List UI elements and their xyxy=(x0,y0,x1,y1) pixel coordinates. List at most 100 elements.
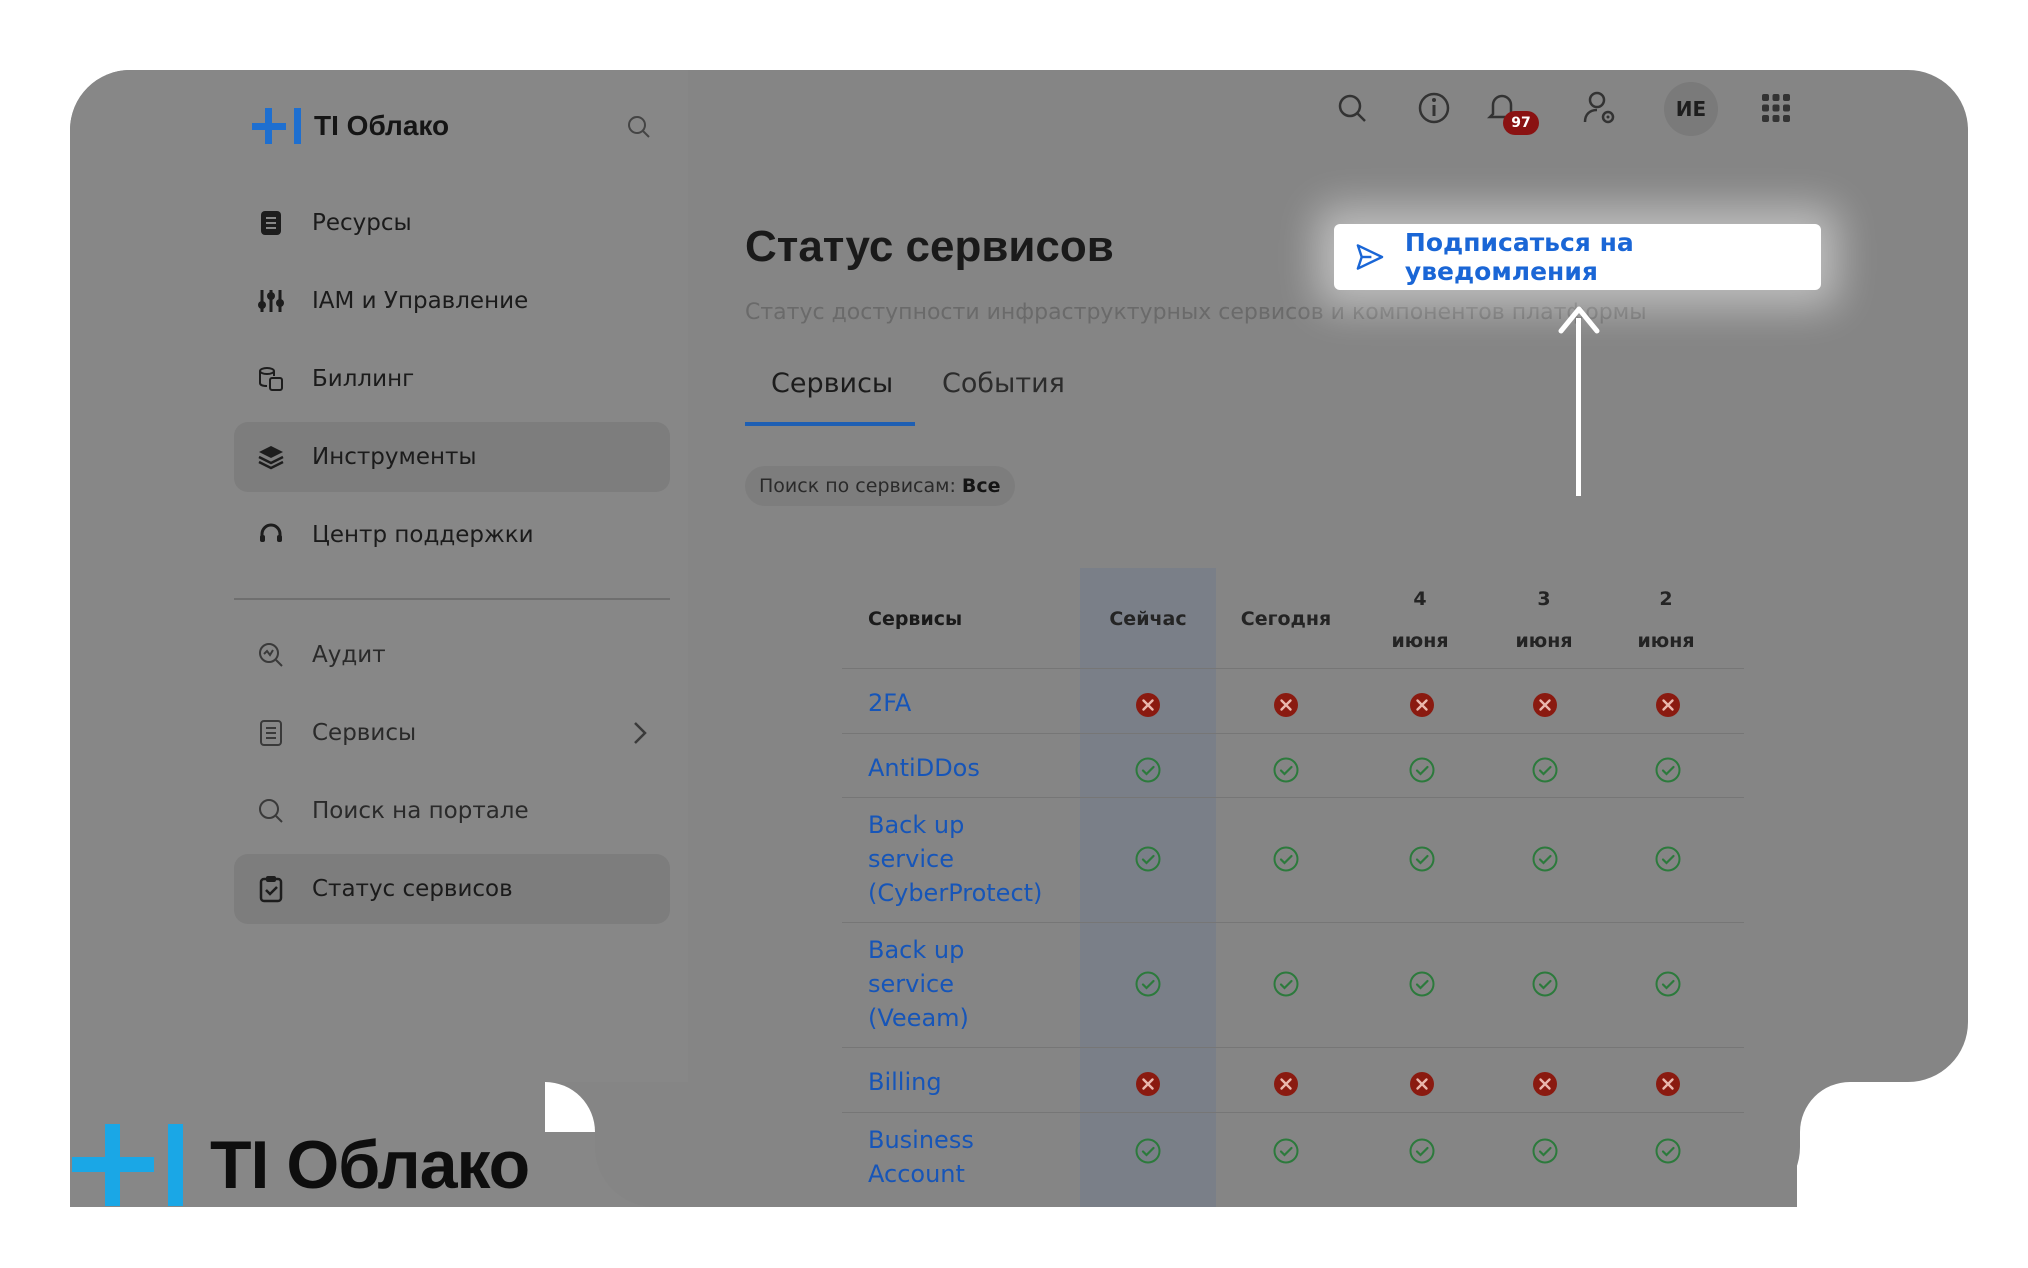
annotation-arrow xyxy=(1576,318,1581,496)
status-ok-icon xyxy=(1655,846,1681,872)
status-ok-icon xyxy=(1273,971,1299,997)
column-header-date-num: 2 xyxy=(1659,588,1673,610)
sidebar-item-label: Сервисы xyxy=(312,720,417,746)
sidebar-item-label: Биллинг xyxy=(312,366,415,392)
status-error-icon xyxy=(1409,692,1435,718)
send-icon xyxy=(1356,244,1384,270)
status-ok-icon xyxy=(1135,757,1161,783)
arrow-up-icon xyxy=(1558,306,1600,334)
sidebar-search-icon[interactable] xyxy=(626,114,652,140)
status-error-icon xyxy=(1409,1071,1435,1097)
service-name-link[interactable]: Billing xyxy=(868,1065,942,1099)
logo-mark-icon xyxy=(252,108,306,144)
avatar[interactable]: ИЕ xyxy=(1664,82,1718,136)
service-name-link[interactable]: 2FA xyxy=(868,686,911,720)
service-filter-chip[interactable]: Поиск по сервисам: Все xyxy=(745,466,1015,506)
apps-grid-icon[interactable] xyxy=(1758,90,1794,126)
sidebar-item-services[interactable]: Сервисы xyxy=(234,698,670,768)
sidebar-item-support[interactable]: Центр поддержки xyxy=(234,500,670,570)
search-icon[interactable] xyxy=(1334,90,1370,126)
column-header-date-num: 3 xyxy=(1537,588,1551,610)
status-ok-icon xyxy=(1135,1138,1161,1164)
tab-services[interactable]: Сервисы xyxy=(771,368,893,399)
service-name-link[interactable]: service xyxy=(868,967,954,1001)
status-ok-icon xyxy=(1409,757,1435,783)
column-header-services: Сервисы xyxy=(868,608,963,630)
tab-events[interactable]: События xyxy=(942,368,1065,399)
column-header-date-month: июня xyxy=(1637,630,1695,652)
active-tab-indicator xyxy=(745,422,915,426)
subscribe-label: Подписаться на уведомления xyxy=(1404,228,1634,286)
status-ok-icon xyxy=(1135,846,1161,872)
subscribe-button[interactable]: Подписаться на уведомления xyxy=(1334,224,1821,290)
service-name-link[interactable]: Business xyxy=(868,1123,974,1157)
sidebar-item-tools[interactable]: Инструменты xyxy=(234,422,670,492)
column-header-date-num: 4 xyxy=(1413,588,1427,610)
user-settings-icon[interactable] xyxy=(1582,90,1618,126)
services-icon xyxy=(256,718,286,748)
status-error-icon xyxy=(1135,692,1161,718)
sidebar-item-label: Аудит xyxy=(312,642,386,668)
sidebar-item-label: Поиск на портале xyxy=(312,798,529,824)
status-ok-icon xyxy=(1409,846,1435,872)
page-title: Статус сервисов xyxy=(745,222,1114,271)
tools-icon xyxy=(256,442,286,472)
sidebar-item-iam[interactable]: IAM и Управление xyxy=(234,266,670,336)
notification-badge: 97 xyxy=(1503,111,1539,135)
sidebar-item-service-status[interactable]: Статус сервисов xyxy=(234,854,670,924)
billing-icon xyxy=(256,364,286,394)
column-header-date-month: июня xyxy=(1515,630,1573,652)
filter-label: Поиск по сервисам: xyxy=(759,475,956,497)
sidebar-item-resources[interactable]: Ресурсы xyxy=(234,188,670,258)
sidebar-item-label: Ресурсы xyxy=(312,210,412,236)
service-name-link[interactable]: Back up xyxy=(868,808,964,842)
status-ok-icon xyxy=(1135,971,1161,997)
brand-logo-text: TI Облако xyxy=(210,1127,530,1203)
sidebar-item-billing[interactable]: Биллинг xyxy=(234,344,670,414)
status-ok-icon xyxy=(1532,971,1558,997)
audit-icon xyxy=(256,640,286,670)
sidebar-item-label: Инструменты xyxy=(312,444,477,470)
status-ok-icon xyxy=(1532,1138,1558,1164)
status-ok-icon xyxy=(1532,846,1558,872)
service-name-link[interactable]: Account xyxy=(868,1157,965,1191)
service-name-link[interactable]: (CyberProtect) xyxy=(868,876,1042,910)
sidebar-logo[interactable]: TI Облако xyxy=(252,108,449,144)
status-error-icon xyxy=(1273,692,1299,718)
sidebar-item-label: Центр поддержки xyxy=(312,522,534,548)
sidebar-item-label: Статус сервисов xyxy=(312,876,513,902)
status-error-icon xyxy=(1532,1071,1558,1097)
status-ok-icon xyxy=(1409,1138,1435,1164)
page-subtitle: Статус доступности инфраструктурных серв… xyxy=(745,300,1647,325)
service-name-link[interactable]: service xyxy=(868,842,954,876)
service-name-link[interactable]: Back up xyxy=(868,933,964,967)
row-divider xyxy=(842,733,1744,734)
status-ok-icon xyxy=(1655,971,1681,997)
status-ok-icon xyxy=(1532,757,1558,783)
service-name-link[interactable]: (Veeam) xyxy=(868,1001,969,1035)
status-ok-icon xyxy=(1273,846,1299,872)
row-divider xyxy=(842,797,1744,798)
support-icon xyxy=(256,520,286,550)
sidebar-item-label: IAM и Управление xyxy=(312,288,529,314)
status-ok-icon xyxy=(1273,757,1299,783)
sidebar-item-portal-search[interactable]: Поиск на портале xyxy=(234,776,670,846)
row-divider xyxy=(842,668,1744,669)
service-name-link[interactable]: AntiDDos xyxy=(868,751,980,785)
row-divider xyxy=(842,922,1744,923)
frame-corner xyxy=(545,1082,595,1132)
status-ok-icon xyxy=(1273,1138,1299,1164)
status-error-icon xyxy=(1273,1071,1299,1097)
status-error-icon xyxy=(1655,1071,1681,1097)
info-icon[interactable] xyxy=(1416,90,1452,126)
status-error-icon xyxy=(1135,1071,1161,1097)
column-header-today: Сегодня xyxy=(1240,608,1332,630)
brand-logo: TI Облако xyxy=(72,1124,530,1206)
sidebar-divider xyxy=(234,598,670,600)
chevron-right-icon xyxy=(634,722,647,744)
column-header-date-month: июня xyxy=(1391,630,1449,652)
search-icon xyxy=(256,796,286,826)
status-ok-icon xyxy=(1655,1138,1681,1164)
sidebar-item-audit[interactable]: Аудит xyxy=(234,620,670,690)
status-ok-icon xyxy=(1409,971,1435,997)
